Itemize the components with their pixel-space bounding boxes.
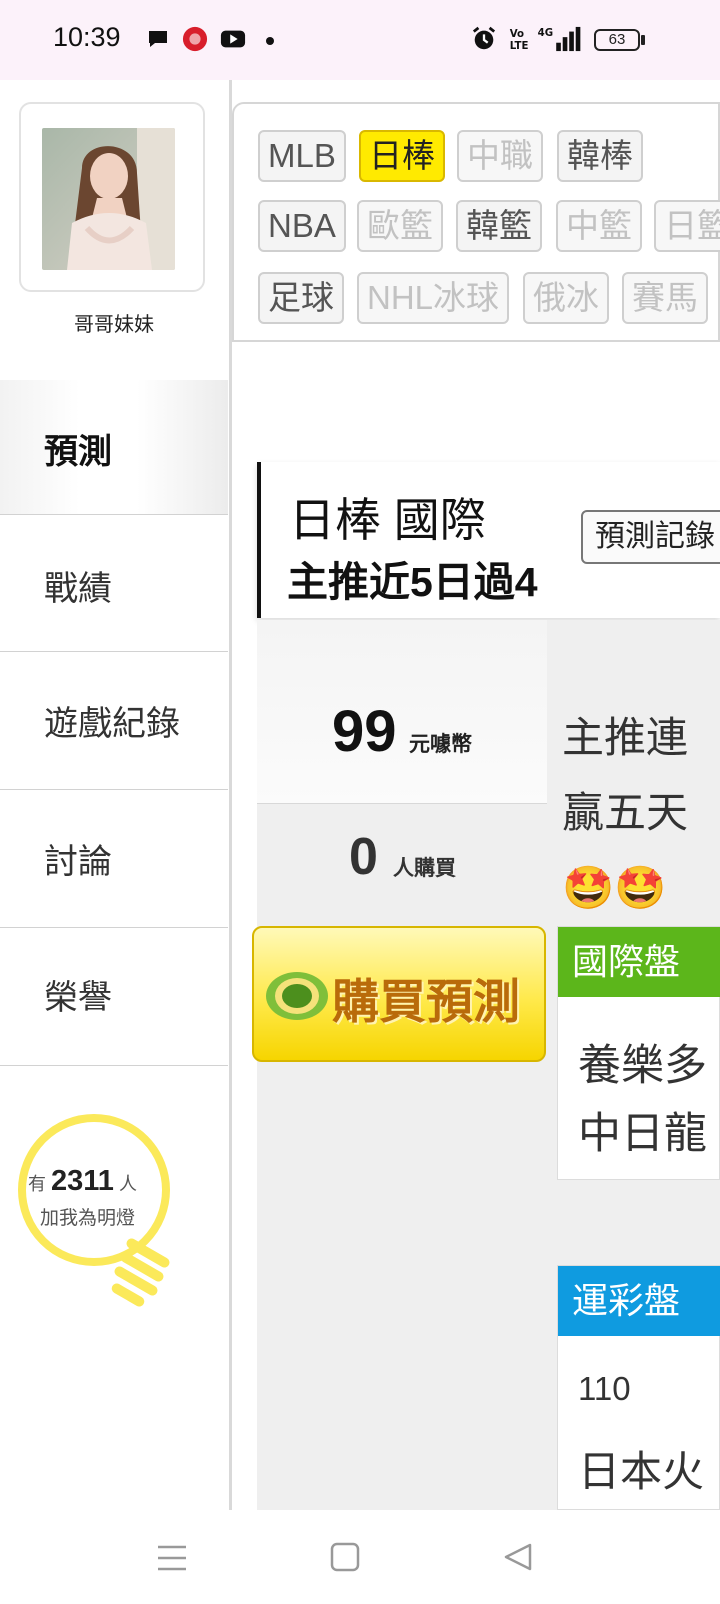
chip-korea-basketball[interactable]: 韓籃 <box>456 200 542 252</box>
svg-text:LTE: LTE <box>510 41 529 52</box>
sports-lottery-title: 運彩盤 <box>558 1266 720 1336</box>
buyer-unit: 人購買 <box>393 857 456 880</box>
league-title: 日棒 國際 <box>289 494 486 546</box>
svg-text:Vo: Vo <box>510 29 524 40</box>
avatar-photo <box>42 128 175 270</box>
chip-kbo[interactable]: 韓棒 <box>557 130 643 182</box>
app-badge-icon <box>182 26 208 52</box>
description-line-1: 主推連 <box>562 714 689 761</box>
nav-item-predict[interactable]: 預測 <box>0 380 228 514</box>
prediction-header: 日棒 國際 主推近5日過4 預測記錄 <box>257 462 720 618</box>
nav-label-record: 戰績 <box>44 570 112 608</box>
nav-label-discuss: 討論 <box>44 843 112 881</box>
sport-filter-panel: MLB 日棒 中職 韓棒 NBA 歐籃 韓籃 中籃 日籃 足球 NHL冰球 俄冰… <box>232 102 720 342</box>
svg-text:4G: 4G <box>538 28 553 39</box>
system-navigation-bar <box>0 1510 720 1604</box>
youtube-icon <box>220 30 246 48</box>
buyer-count: 0 <box>349 828 378 886</box>
chip-nba[interactable]: NBA <box>258 200 346 252</box>
price-amount: 99 <box>332 699 397 764</box>
chip-horse-racing[interactable]: 賽馬 <box>622 272 708 324</box>
description-line-2: 贏五天 <box>562 789 689 836</box>
battery-level: 63 <box>608 31 626 48</box>
sports-lottery-panel: 運彩盤 110 日本火 <box>557 1265 720 1510</box>
international-odds-panel: 國際盤 養樂多 中日龍 <box>557 926 720 1180</box>
main-content: MLB 日棒 中職 韓棒 NBA 歐籃 韓籃 中籃 日籃 足球 NHL冰球 俄冰… <box>232 80 720 1510</box>
buy-prediction-button[interactable]: 購買預測 <box>252 926 546 1062</box>
chip-soccer[interactable]: 足球 <box>258 272 344 324</box>
alarm-icon <box>472 26 496 50</box>
chat-bubble-icon <box>149 31 167 47</box>
price-unit: 元噱幣 <box>409 733 472 756</box>
chip-euro-basketball[interactable]: 歐籃 <box>357 200 443 252</box>
description-line-3: 🤩🤩 <box>562 864 667 911</box>
avatar[interactable] <box>42 128 175 270</box>
battery-tip <box>641 35 645 45</box>
game-number: 110 <box>578 1370 631 1407</box>
streak-summary: 主推近5日過4 <box>287 559 538 605</box>
nav-item-discuss[interactable]: 討論 <box>0 790 228 928</box>
username: 哥哥妹妹 <box>74 314 154 336</box>
nav-label-game-log: 遊戲紀錄 <box>44 705 180 743</box>
volte-icon: Vo LTE <box>510 29 529 52</box>
price-box: 99 元噱幣 <box>257 620 547 803</box>
international-odds-title: 國際盤 <box>558 927 720 997</box>
follower-count: 有 2311 人 <box>28 1165 168 1198</box>
nav-label-honor: 榮譽 <box>44 979 112 1017</box>
follower-suffix: 人 <box>118 1174 137 1194</box>
signal-4g-icon: 4G <box>538 26 581 52</box>
nav-item-game-log[interactable]: 遊戲紀錄 <box>0 652 228 790</box>
team-name: 日本火 <box>578 1448 705 1495</box>
chip-mlb[interactable]: MLB <box>258 130 346 182</box>
team-2: 中日龍 <box>578 1110 707 1158</box>
follower-number: 2311 <box>51 1165 114 1197</box>
chip-russian-hockey[interactable]: 俄冰 <box>523 272 609 324</box>
prediction-description: 主推連 贏五天 🤩🤩 <box>562 700 720 925</box>
status-time: 10:39 <box>53 22 121 52</box>
follower-prefix: 有 <box>28 1174 46 1194</box>
home-icon[interactable] <box>330 1542 360 1572</box>
chip-nhl-hockey[interactable]: NHL冰球 <box>357 272 510 324</box>
team-1: 養樂多 <box>578 1042 707 1090</box>
nav-item-record[interactable]: 戰績 <box>0 514 228 652</box>
status-bar: 10:39 Vo LTE 4G 63 <box>0 0 720 80</box>
avatar-card[interactable] <box>19 102 205 292</box>
nav-item-honor[interactable]: 榮譽 <box>0 928 228 1066</box>
left-sidebar: 哥哥妹妹 預測 戰績 遊戲紀錄 討論 榮譽 有 2311 人 加我為明燈 <box>0 80 232 1510</box>
chip-japan-basketball[interactable]: 日籃 <box>654 200 720 252</box>
prediction-history-button[interactable]: 預測記錄 <box>581 510 720 564</box>
nav-label-predict: 預測 <box>44 433 112 471</box>
buy-prediction-label: 購買預測 <box>332 975 520 1028</box>
menu-icon[interactable] <box>156 1544 188 1572</box>
chip-npb[interactable]: 日棒 <box>359 130 445 182</box>
chip-china-basketball[interactable]: 中籃 <box>556 200 642 252</box>
divider <box>257 803 547 804</box>
chip-cpbl[interactable]: 中職 <box>457 130 543 182</box>
dot-icon <box>266 37 274 45</box>
back-icon[interactable] <box>502 1542 534 1572</box>
follow-label: 加我為明燈 <box>40 1208 136 1229</box>
battery-icon: 63 <box>594 29 640 51</box>
coin-icon <box>266 972 328 1020</box>
